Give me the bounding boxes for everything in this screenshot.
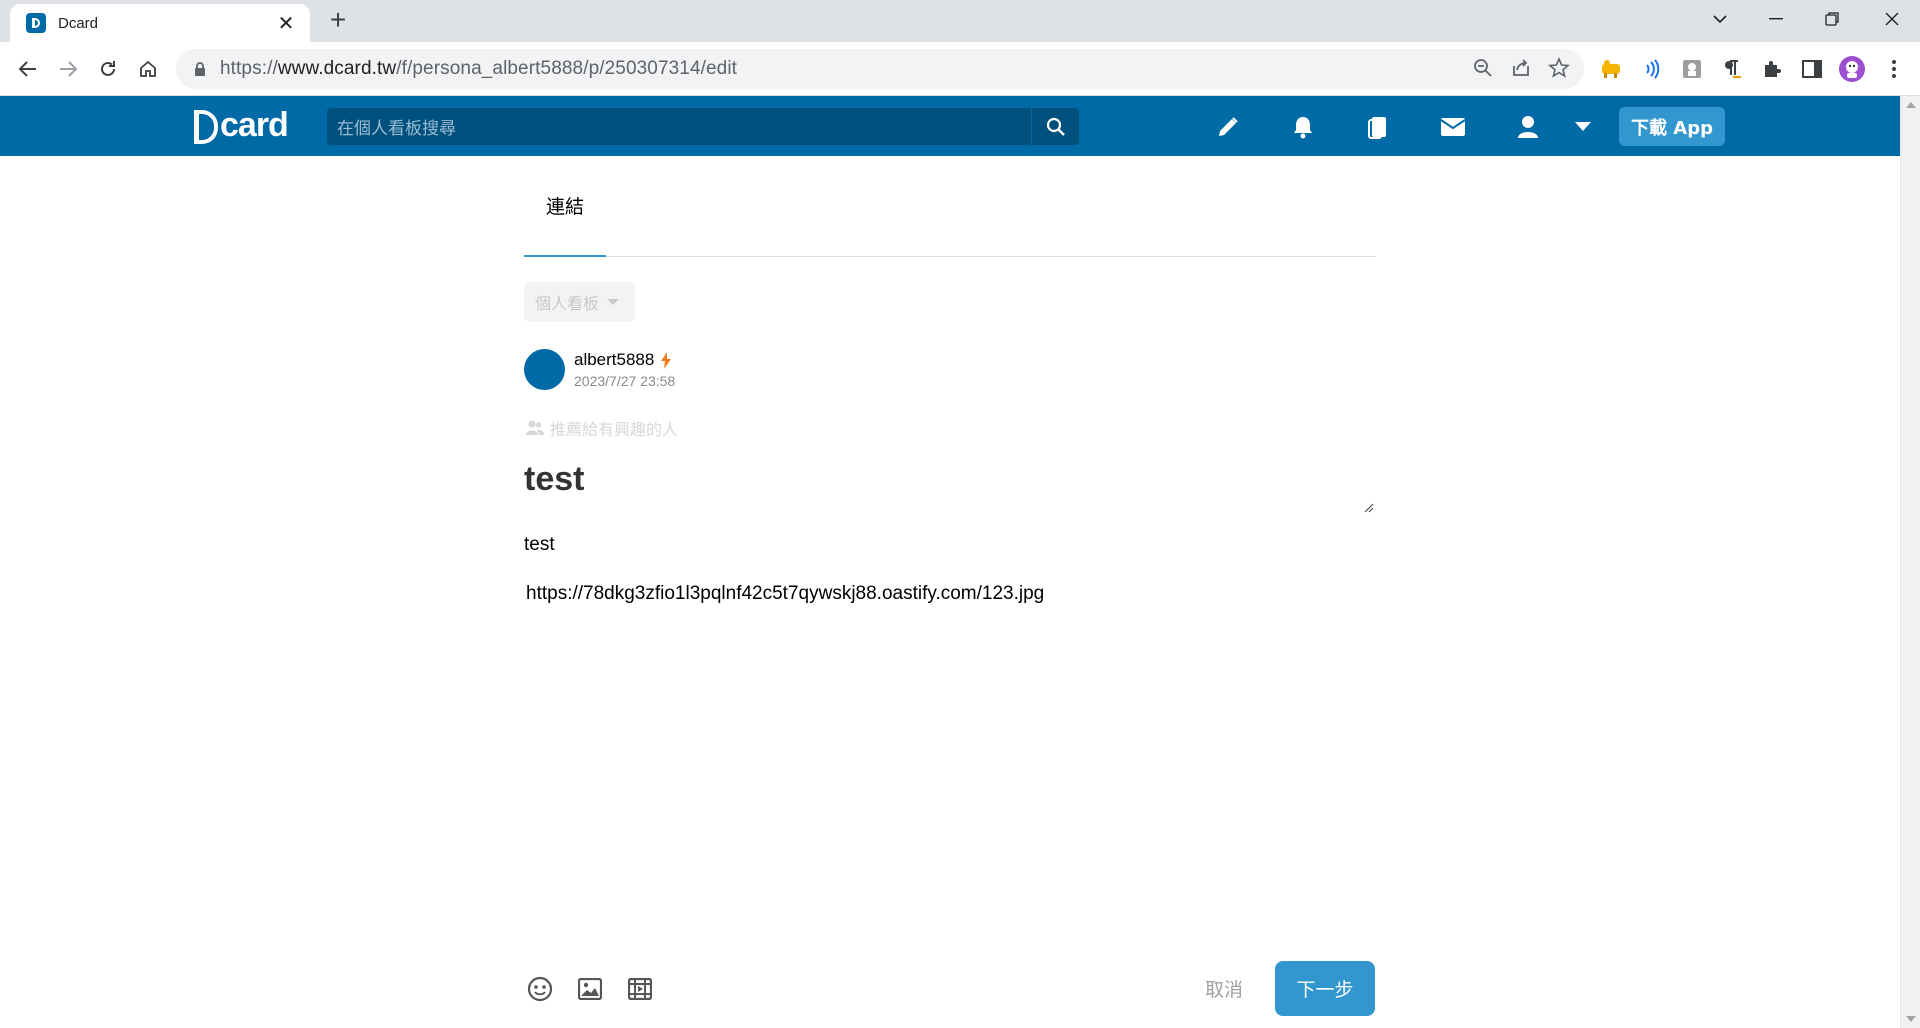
cancel-button[interactable]: 取消	[1205, 975, 1243, 1002]
tab-close-icon[interactable]: ✕	[274, 11, 298, 36]
address-bar[interactable]: https://www.dcard.tw/f/persona_albert588…	[176, 49, 1584, 89]
account-dropdown-icon[interactable]	[1568, 112, 1598, 142]
restore-icon[interactable]	[1804, 0, 1860, 38]
author-name: albert5888	[574, 350, 655, 369]
post-body-link[interactable]: https://78dkg3zfio1l3pqlnf42c5t7qywskj88…	[526, 583, 1044, 605]
download-app-button[interactable]: 下載 App	[1619, 107, 1725, 146]
zoom-icon[interactable]	[1472, 57, 1494, 84]
browser-toolbar: https://www.dcard.tw/f/persona_albert588…	[0, 42, 1920, 96]
home-icon[interactable]	[132, 53, 164, 85]
dcard-logo-d-icon	[194, 109, 218, 144]
search-icon	[1046, 117, 1065, 136]
image-upload-icon[interactable]	[576, 975, 604, 1003]
minimize-icon[interactable]	[1748, 0, 1804, 38]
post-body-text[interactable]: test	[524, 534, 555, 556]
dcard-logo[interactable]: card	[194, 106, 289, 145]
back-icon[interactable]	[12, 53, 44, 85]
lightning-bolt-icon	[661, 351, 672, 369]
video-upload-icon[interactable]	[626, 975, 654, 1003]
share-icon[interactable]	[1510, 57, 1532, 84]
tab-title: Dcard	[58, 14, 99, 32]
next-step-button[interactable]: 下一步	[1275, 961, 1375, 1016]
scroll-down-arrow-icon[interactable]	[1906, 1016, 1916, 1022]
extension-gray-icon[interactable]	[1678, 55, 1706, 83]
browser-tab[interactable]: Dcard ✕	[10, 4, 310, 42]
editor-tabs: 連結	[524, 156, 1376, 257]
chevron-down-icon	[607, 299, 620, 305]
users-icon	[526, 420, 544, 435]
post-timestamp: 2023/7/27 23:58	[574, 373, 676, 389]
browser-tab-strip: Dcard ✕ +	[0, 0, 1920, 42]
author-name-row: albert5888	[574, 350, 672, 370]
scroll-up-arrow-icon[interactable]	[1906, 102, 1916, 108]
tab-link[interactable]: 連結	[524, 156, 606, 257]
lock-icon[interactable]	[192, 62, 208, 76]
dcard-header: card 在個人看板搜尋 下載 App	[0, 96, 1900, 156]
cards-icon[interactable]	[1363, 112, 1393, 142]
extension-wifi-icon[interactable]	[1638, 55, 1666, 83]
mail-icon[interactable]	[1438, 112, 1468, 142]
write-post-pencil-icon[interactable]	[1213, 112, 1243, 142]
url-text: https://www.dcard.tw/f/persona_albert588…	[220, 58, 738, 79]
title-textarea[interactable]: test	[524, 460, 1376, 516]
post-title: test	[524, 460, 585, 498]
dcard-favicon-icon	[26, 13, 46, 33]
user-icon[interactable]	[1513, 112, 1543, 142]
author-avatar	[524, 349, 565, 390]
new-tab-button[interactable]: +	[322, 5, 354, 37]
search-input[interactable]: 在個人看板搜尋	[327, 108, 1031, 145]
page-scrollbar[interactable]	[1900, 96, 1920, 1028]
close-window-icon[interactable]	[1864, 0, 1920, 38]
extension-yellow-icon[interactable]	[1598, 55, 1626, 83]
notification-bell-icon[interactable]	[1288, 112, 1318, 142]
chrome-menu-icon[interactable]	[1880, 55, 1908, 83]
search-button[interactable]	[1031, 108, 1079, 145]
resize-handle-icon[interactable]	[1364, 503, 1374, 513]
bookmark-star-icon[interactable]	[1548, 56, 1570, 84]
extension-pilcrow-icon[interactable]	[1718, 55, 1746, 83]
recommend-toggle[interactable]: 推薦給有興趣的人	[526, 416, 678, 440]
side-panel-icon[interactable]	[1798, 55, 1826, 83]
forum-select-dropdown[interactable]: 個人看板	[524, 282, 635, 322]
profile-avatar[interactable]	[1838, 55, 1866, 83]
forward-icon[interactable]	[52, 53, 84, 85]
tab-search-icon[interactable]	[1692, 0, 1748, 38]
emoji-sticker-icon[interactable]	[526, 975, 554, 1003]
extensions-puzzle-icon[interactable]	[1758, 55, 1786, 83]
reload-icon[interactable]	[92, 53, 124, 85]
